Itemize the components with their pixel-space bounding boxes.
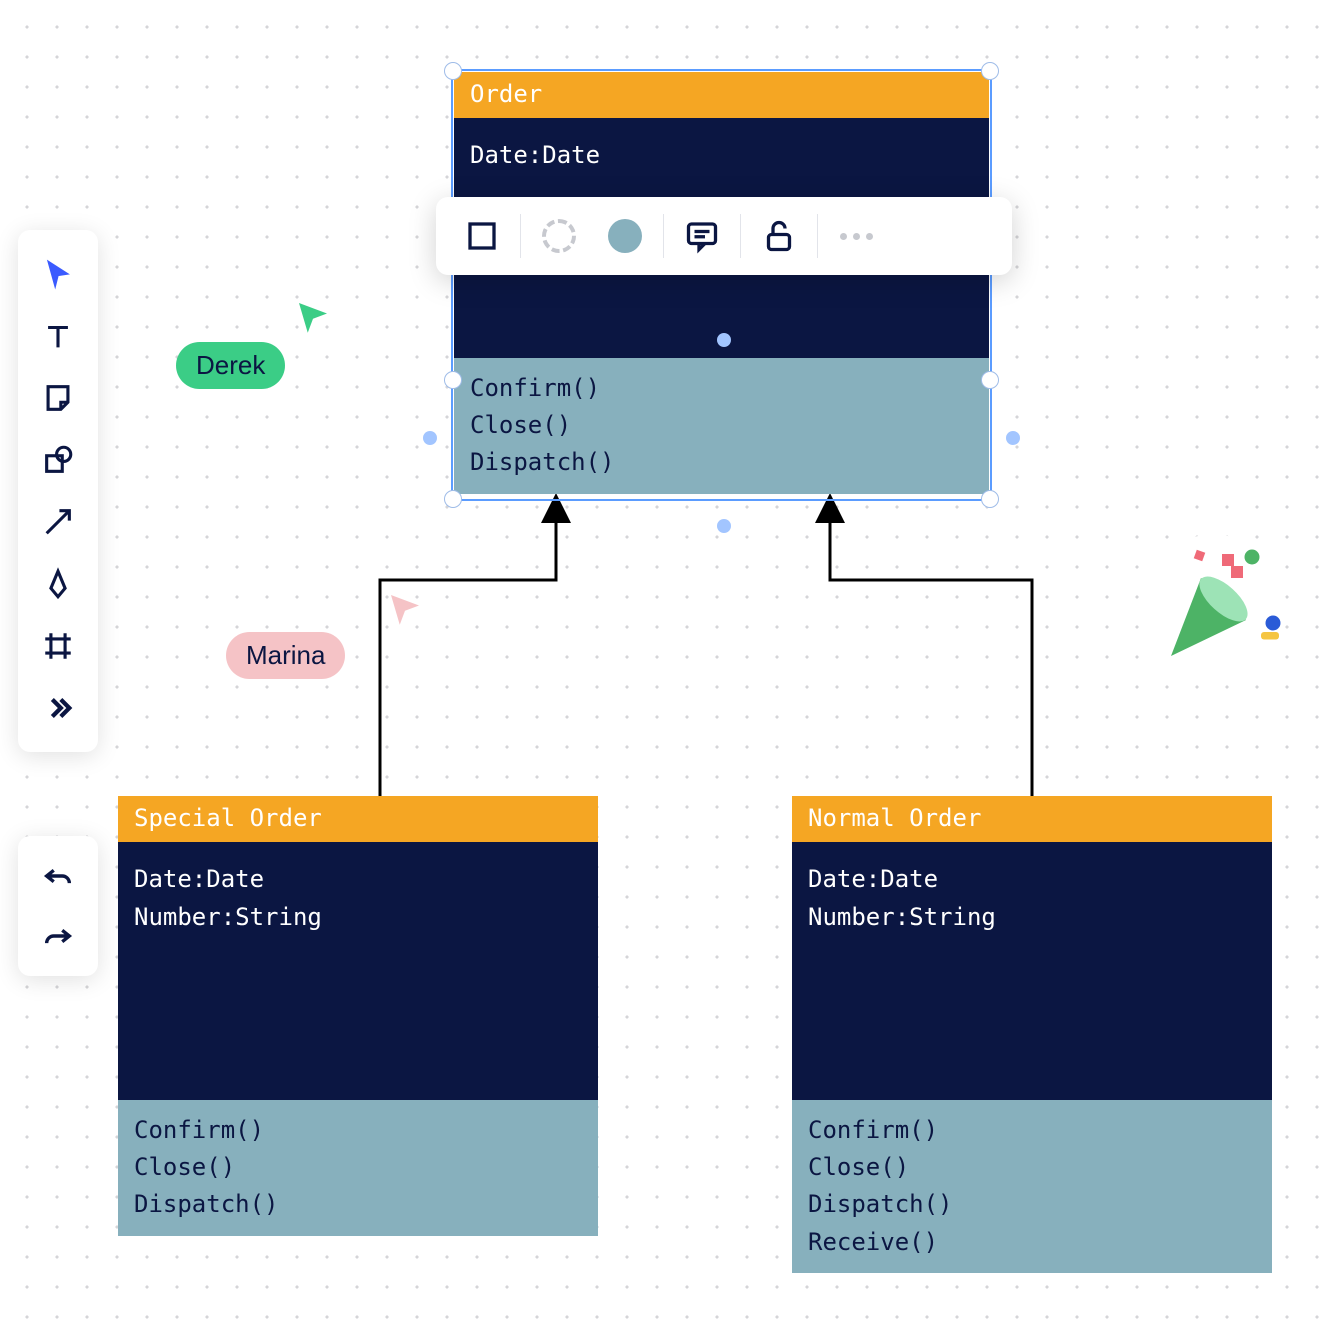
uml-title: Normal Order <box>792 796 1272 842</box>
attr-row: Date:Date <box>808 860 1256 898</box>
presence-marina: Marina <box>226 632 345 679</box>
method-row: Receive() <box>808 1224 1256 1261</box>
comment-button[interactable] <box>674 208 730 264</box>
fill-swatch-icon <box>608 219 642 253</box>
uml-attributes: Date:Date Number:String <box>792 842 1272 1100</box>
presence-tag: Marina <box>226 632 345 679</box>
uml-class-order[interactable]: Order Date:Date Confirm() Close() Dispat… <box>454 72 989 494</box>
arrow-tool[interactable] <box>28 492 88 552</box>
attr-row: Number:String <box>134 898 582 936</box>
uml-title: Order <box>454 72 989 118</box>
method-row: Close() <box>470 407 973 444</box>
more-tools[interactable] <box>28 678 88 738</box>
party-popper-sticker[interactable] <box>1138 533 1288 683</box>
lock-button[interactable] <box>751 208 807 264</box>
presence-derek: Derek <box>176 342 285 389</box>
method-row: Close() <box>134 1149 582 1186</box>
method-row: Dispatch() <box>808 1186 1256 1223</box>
shape-tool[interactable] <box>28 430 88 490</box>
select-tool[interactable] <box>28 244 88 304</box>
uml-methods: Confirm() Close() Dispatch() <box>454 358 989 494</box>
fill-color-button[interactable] <box>597 208 653 264</box>
frame-tool[interactable] <box>28 616 88 676</box>
context-toolbar[interactable] <box>436 197 1012 275</box>
redo-button[interactable] <box>28 906 88 966</box>
sticky-note-tool[interactable] <box>28 368 88 428</box>
pen-tool[interactable] <box>28 554 88 614</box>
method-row: Confirm() <box>808 1112 1256 1149</box>
presence-tag: Derek <box>176 342 285 389</box>
dashed-circle-icon <box>542 219 576 253</box>
uml-class-normal-order[interactable]: Normal Order Date:Date Number:String Con… <box>792 796 1272 1273</box>
attr-row: Date:Date <box>134 860 582 898</box>
history-toolbar <box>18 836 98 976</box>
separator <box>740 214 741 258</box>
cursor-icon <box>384 588 426 630</box>
shape-style-button[interactable] <box>454 208 510 264</box>
attr-row: Number:String <box>808 898 1256 936</box>
separator <box>520 214 521 258</box>
method-row: Confirm() <box>134 1112 582 1149</box>
more-options-button[interactable] <box>828 208 884 264</box>
method-row: Dispatch() <box>134 1186 582 1223</box>
method-row: Confirm() <box>470 370 973 407</box>
ellipsis-icon <box>840 233 873 240</box>
separator <box>817 214 818 258</box>
uml-class-special-order[interactable]: Special Order Date:Date Number:String Co… <box>118 796 598 1236</box>
border-style-button[interactable] <box>531 208 587 264</box>
attr-row: Date:Date <box>470 136 973 174</box>
undo-button[interactable] <box>28 846 88 906</box>
uml-methods: Confirm() Close() Dispatch() <box>118 1100 598 1236</box>
uml-methods: Confirm() Close() Dispatch() Receive() <box>792 1100 1272 1273</box>
uml-attributes: Date:Date Number:String <box>118 842 598 1100</box>
method-row: Close() <box>808 1149 1256 1186</box>
cursor-icon <box>292 296 334 338</box>
separator <box>663 214 664 258</box>
method-row: Dispatch() <box>470 444 973 481</box>
uml-title: Special Order <box>118 796 598 842</box>
tool-toolbar <box>18 230 98 752</box>
text-tool[interactable] <box>28 306 88 366</box>
